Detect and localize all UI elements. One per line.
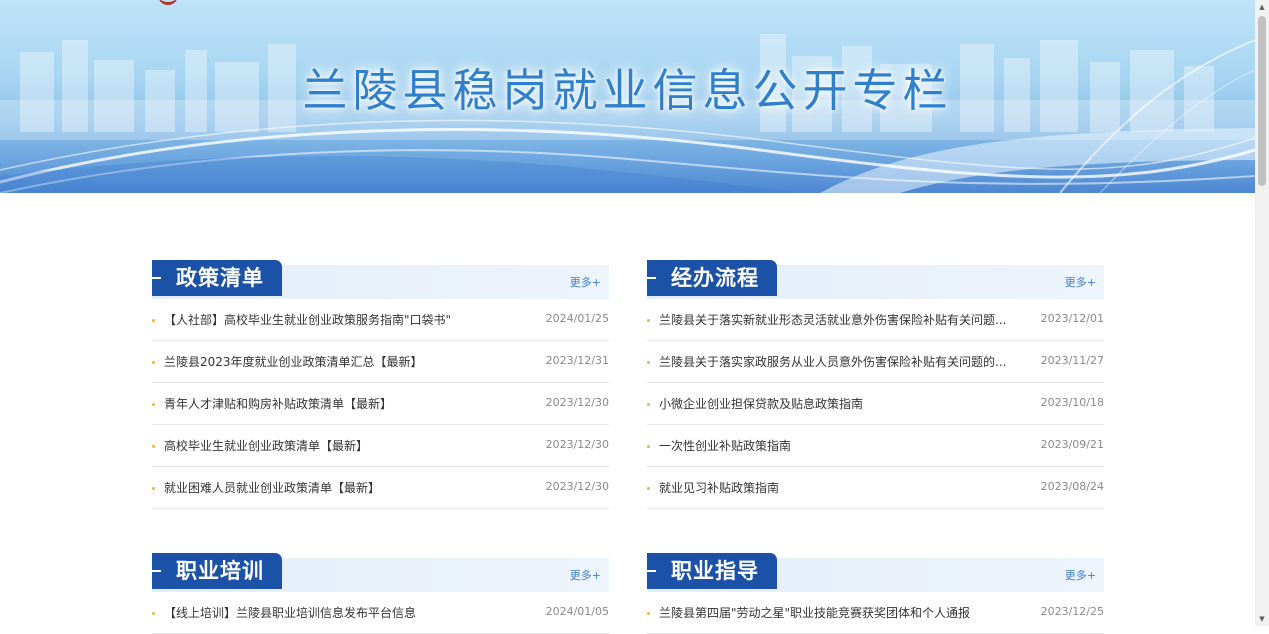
item-date: 2023/12/30 xyxy=(545,396,609,409)
news-list: 【人社部】高校毕业生就业创业政策服务指南"口袋书" 2024/01/25 兰陵县2… xyxy=(152,299,609,509)
bullet-dot-icon xyxy=(152,361,155,364)
item-title[interactable]: 青年人才津贴和购房补贴政策清单【最新】 xyxy=(164,395,534,412)
list-item[interactable]: 高校毕业生就业创业政策清单【最新】 2023/12/30 xyxy=(152,425,609,467)
header-banner: 兰陵县稳岗就业信息公开专栏 xyxy=(0,0,1255,193)
item-title[interactable]: 兰陵县第四届"劳动之星"职业技能竞赛获奖团体和个人通报 xyxy=(659,604,1029,621)
list-item[interactable]: 【线上培训】兰陵县职业培训信息发布平台信息 2024/01/05 xyxy=(152,592,609,634)
item-title[interactable]: 兰陵县关于落实新就业形态灵活就业意外伤害保险补贴有关问题... xyxy=(659,311,1029,328)
item-title[interactable]: 一次性创业补贴政策指南 xyxy=(659,437,1029,454)
list-item[interactable]: 兰陵县关于落实新就业形态灵活就业意外伤害保险补贴有关问题... 2023/12/0… xyxy=(647,299,1104,341)
item-title[interactable]: 【线上培训】兰陵县职业培训信息发布平台信息 xyxy=(164,604,534,621)
bullet-dot-icon xyxy=(647,319,650,322)
list-item[interactable]: 兰陵县2023年度就业创业政策清单汇总【最新】 2023/12/31 xyxy=(152,341,609,383)
list-item[interactable]: 【人社部】高校毕业生就业创业政策服务指南"口袋书" 2024/01/25 xyxy=(152,299,609,341)
panel-title[interactable]: 政策清单 xyxy=(152,260,282,296)
panel-header: 经办流程 更多+ xyxy=(647,260,1104,299)
list-item[interactable]: 就业困难人员就业创业政策清单【最新】 2023/12/30 xyxy=(152,467,609,509)
item-title[interactable]: 小微企业创业担保贷款及贴息政策指南 xyxy=(659,395,1029,412)
news-list: 兰陵县关于落实新就业形态灵活就业意外伤害保险补贴有关问题... 2023/12/0… xyxy=(647,299,1104,509)
scroll-up-arrow-icon[interactable]: ▲ xyxy=(1255,0,1269,14)
policy-list-panel: 政策清单 更多+ 【人社部】高校毕业生就业创业政策服务指南"口袋书" 2024/0… xyxy=(152,260,609,509)
item-date: 2023/12/25 xyxy=(1040,605,1104,618)
item-date: 2024/01/25 xyxy=(545,312,609,325)
panel-title[interactable]: 职业指导 xyxy=(647,553,777,589)
scroll-down-arrow-icon[interactable]: ▼ xyxy=(1255,612,1269,626)
bullet-dot-icon xyxy=(647,612,650,615)
vocational-training-panel: 职业培训 更多+ 【线上培训】兰陵县职业培训信息发布平台信息 2024/01/05 xyxy=(152,553,609,634)
page-scrollbar[interactable]: ▲ ▼ xyxy=(1255,0,1269,626)
list-item[interactable]: 就业见习补贴政策指南 2023/08/24 xyxy=(647,467,1104,509)
bullet-dot-icon xyxy=(647,361,650,364)
more-link[interactable]: 更多+ xyxy=(570,567,601,583)
item-title[interactable]: 高校毕业生就业创业政策清单【最新】 xyxy=(164,437,534,454)
panel-header: 职业培训 更多+ xyxy=(152,553,609,592)
item-title[interactable]: 兰陵县2023年度就业创业政策清单汇总【最新】 xyxy=(164,353,534,370)
bullet-dot-icon xyxy=(647,445,650,448)
banner-title: 兰陵县稳岗就业信息公开专栏 xyxy=(302,64,953,117)
process-guide-panel: 经办流程 更多+ 兰陵县关于落实新就业形态灵活就业意外伤害保险补贴有关问题...… xyxy=(647,260,1104,509)
item-date: 2023/10/18 xyxy=(1040,396,1104,409)
news-list: 兰陵县第四届"劳动之星"职业技能竞赛获奖团体和个人通报 2023/12/25 xyxy=(647,592,1104,634)
item-date: 2024/01/05 xyxy=(545,605,609,618)
bullet-dot-icon xyxy=(152,445,155,448)
bullet-dot-icon xyxy=(647,487,650,490)
bullet-dot-icon xyxy=(647,403,650,406)
more-link[interactable]: 更多+ xyxy=(1065,274,1096,290)
item-date: 2023/12/30 xyxy=(545,480,609,493)
panel-title[interactable]: 经办流程 xyxy=(647,260,777,296)
item-date: 2023/09/21 xyxy=(1040,438,1104,451)
panel-header: 职业指导 更多+ xyxy=(647,553,1104,592)
news-list: 【线上培训】兰陵县职业培训信息发布平台信息 2024/01/05 xyxy=(152,592,609,634)
panel-header: 政策清单 更多+ xyxy=(152,260,609,299)
more-link[interactable]: 更多+ xyxy=(1065,567,1096,583)
bullet-dot-icon xyxy=(152,487,155,490)
more-link[interactable]: 更多+ xyxy=(570,274,601,290)
item-title[interactable]: 就业见习补贴政策指南 xyxy=(659,479,1029,496)
item-title[interactable]: 兰陵县关于落实家政服务从业人员意外伤害保险补贴有关问题的... xyxy=(659,353,1029,370)
bullet-dot-icon xyxy=(152,403,155,406)
bullet-dot-icon xyxy=(152,612,155,615)
bullet-dot-icon xyxy=(152,319,155,322)
list-item[interactable]: 青年人才津贴和购房补贴政策清单【最新】 2023/12/30 xyxy=(152,383,609,425)
item-title[interactable]: 就业困难人员就业创业政策清单【最新】 xyxy=(164,479,534,496)
list-item[interactable]: 一次性创业补贴政策指南 2023/09/21 xyxy=(647,425,1104,467)
item-title[interactable]: 【人社部】高校毕业生就业创业政策服务指南"口袋书" xyxy=(164,311,534,328)
item-date: 2023/12/30 xyxy=(545,438,609,451)
list-item[interactable]: 兰陵县关于落实家政服务从业人员意外伤害保险补贴有关问题的... 2023/11/2… xyxy=(647,341,1104,383)
scroll-thumb[interactable] xyxy=(1258,16,1266,186)
career-guidance-panel: 职业指导 更多+ 兰陵县第四届"劳动之星"职业技能竞赛获奖团体和个人通报 2023… xyxy=(647,553,1104,634)
list-item[interactable]: 小微企业创业担保贷款及贴息政策指南 2023/10/18 xyxy=(647,383,1104,425)
panel-title[interactable]: 职业培训 xyxy=(152,553,282,589)
list-item[interactable]: 兰陵县第四届"劳动之星"职业技能竞赛获奖团体和个人通报 2023/12/25 xyxy=(647,592,1104,634)
item-date: 2023/12/31 xyxy=(545,354,609,367)
item-date: 2023/11/27 xyxy=(1040,354,1104,367)
item-date: 2023/12/01 xyxy=(1040,312,1104,325)
item-date: 2023/08/24 xyxy=(1040,480,1104,493)
